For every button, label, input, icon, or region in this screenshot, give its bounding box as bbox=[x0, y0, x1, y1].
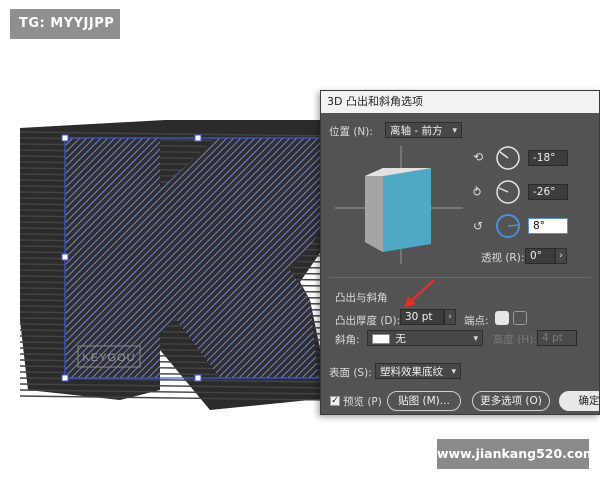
section-divider bbox=[329, 277, 591, 278]
z-rotation-field[interactable]: 8° bbox=[528, 218, 568, 234]
logo-text: KEYGOU bbox=[82, 352, 135, 364]
watermark-top: TG: MYYJJPP bbox=[10, 9, 120, 39]
selection-handle bbox=[61, 374, 69, 382]
height-label: 高度 (H): bbox=[493, 334, 537, 346]
position-label: 位置 (N): bbox=[329, 126, 373, 138]
watermark-bottom: www.jiankang520.com bbox=[437, 439, 596, 469]
position-select[interactable]: 离轴 - 前方 ▾ bbox=[385, 122, 462, 138]
selection-handle bbox=[61, 134, 69, 142]
3d-extrude-bevel-dialog: 3D 凸出和斜角选项 位置 (N): 离轴 - 前方 ▾ ⟲ -18° ⥁ -2… bbox=[320, 90, 600, 415]
surface-value: 塑料效果底纹 bbox=[380, 366, 443, 378]
cap-on-icon[interactable] bbox=[495, 311, 509, 325]
map-button[interactable]: 贴图 (M)... bbox=[387, 391, 461, 411]
y-rotation-dial[interactable] bbox=[495, 179, 521, 205]
preview-label: 预览 (P) bbox=[343, 396, 382, 408]
chevron-down-icon: ▾ bbox=[473, 334, 478, 344]
preview-checkbox[interactable]: ✓ bbox=[330, 396, 340, 406]
bevel-swatch-icon bbox=[372, 334, 390, 344]
selection-handle bbox=[194, 134, 202, 142]
selection-handle bbox=[194, 374, 202, 382]
height-field[interactable]: 4 pt bbox=[537, 330, 577, 346]
bevel-select[interactable]: 无 ▾ bbox=[367, 330, 483, 346]
position-value: 离轴 - 前方 bbox=[390, 125, 443, 137]
chevron-down-icon: ▾ bbox=[451, 367, 456, 377]
x-rotation-field[interactable]: -18° bbox=[528, 150, 568, 166]
x-rotation-dial[interactable] bbox=[495, 145, 521, 171]
dialog-title: 3D 凸出和斜角选项 bbox=[321, 91, 599, 113]
y-axis-rotation-icon: ⥁ bbox=[473, 185, 482, 199]
ok-button[interactable]: 确定 bbox=[559, 391, 599, 411]
extrude-depth-label: 凸出厚度 (D): bbox=[335, 315, 401, 327]
surface-select[interactable]: 塑料效果底纹 ▾ bbox=[375, 363, 461, 379]
extrude-section-label: 凸出与斜角 bbox=[335, 292, 388, 304]
bevel-label: 斜角: bbox=[335, 334, 360, 346]
selection-handle bbox=[61, 253, 69, 261]
perspective-slider-button[interactable]: › bbox=[555, 248, 567, 264]
perspective-label: 透视 (R): bbox=[481, 252, 525, 264]
cap-label: 端点: bbox=[464, 315, 489, 327]
z-rotation-dial[interactable] bbox=[495, 213, 521, 239]
z-axis-rotation-icon: ↺ bbox=[473, 219, 484, 233]
y-rotation-field[interactable]: -26° bbox=[528, 184, 568, 200]
chevron-down-icon: ▾ bbox=[452, 126, 457, 136]
bevel-value: 无 bbox=[395, 333, 406, 345]
x-axis-rotation-icon: ⟲ bbox=[473, 150, 484, 164]
cap-off-icon[interactable] bbox=[513, 311, 527, 325]
more-options-button[interactable]: 更多选项 (O) bbox=[472, 391, 550, 411]
annotation-arrow bbox=[404, 279, 435, 308]
surface-label: 表面 (S): bbox=[329, 367, 372, 379]
rotation-cube-preview[interactable] bbox=[335, 146, 463, 264]
extrude-depth-slider-button[interactable]: › bbox=[444, 309, 456, 325]
perspective-field[interactable]: 0° bbox=[525, 248, 555, 264]
